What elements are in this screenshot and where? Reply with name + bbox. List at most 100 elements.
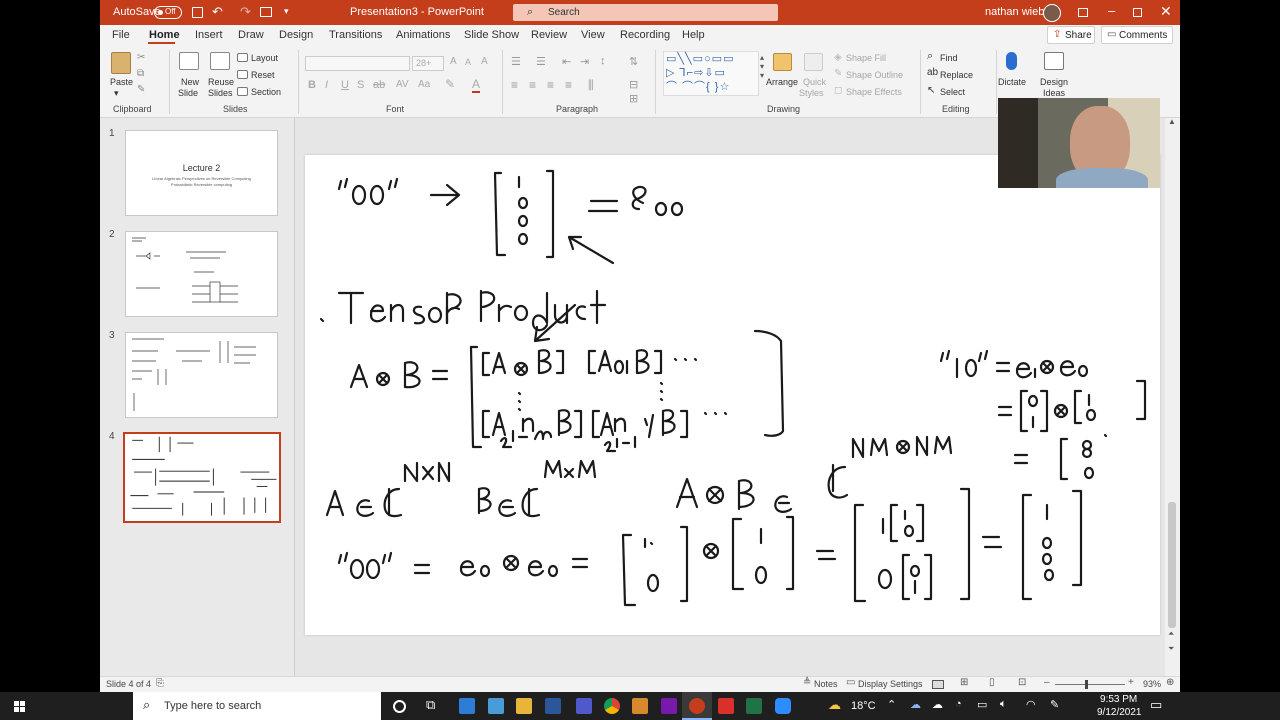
quick-styles-icon[interactable] (804, 53, 823, 71)
font-color-icon[interactable]: A (472, 77, 481, 93)
scrollbar-thumb[interactable] (1168, 502, 1176, 628)
tab-file[interactable]: File (112, 29, 130, 41)
microphone-icon[interactable] (1006, 52, 1017, 70)
shape-outline-button[interactable]: Shape Outline (846, 70, 903, 80)
autosave-toggle[interactable]: Off (154, 6, 182, 19)
new-slide-icon[interactable] (179, 52, 199, 70)
select-button[interactable]: Select (940, 87, 965, 97)
shape-fill-button[interactable]: Shape Fill (846, 53, 886, 63)
mail-icon[interactable] (459, 698, 475, 714)
slide-thumbnail-1[interactable]: Lecture 2 Linear Algebraic Perspectives … (125, 130, 278, 216)
zoom-out-icon[interactable]: – (1044, 677, 1050, 688)
bullets-icon[interactable]: ☰ (511, 55, 521, 68)
close-icon[interactable]: ✕ (1160, 3, 1172, 20)
zoom-icon[interactable] (775, 698, 791, 714)
layout-button[interactable]: Layout (251, 53, 278, 63)
slide-thumbnail-4[interactable] (123, 432, 281, 523)
network-icon[interactable]: ◔ (955, 698, 962, 710)
copy-icon[interactable]: ⧉ (137, 68, 144, 79)
dictate-button[interactable]: Dictate (998, 77, 1026, 87)
reading-view-icon[interactable]: ▯ (989, 677, 995, 688)
acrobat-icon[interactable] (718, 698, 734, 714)
temperature[interactable]: 18°C (851, 700, 876, 712)
strikethrough-icon[interactable]: ab (373, 79, 385, 91)
font-name-select[interactable] (305, 56, 410, 71)
zoom-level[interactable]: 93% (1143, 679, 1161, 689)
tab-draw[interactable]: Draw (238, 29, 264, 41)
normal-view-button[interactable] (932, 680, 944, 689)
search-box[interactable]: ⌕ Search (513, 4, 778, 21)
comments-button[interactable]: ▭ Comments (1101, 26, 1173, 44)
arrange-button[interactable]: Arrange (766, 77, 798, 87)
redo-icon[interactable]: ↷ (240, 4, 251, 20)
file-explorer-icon[interactable] (516, 698, 532, 714)
change-case-icon[interactable]: Aa (418, 79, 430, 90)
text-direction-icon[interactable]: ⇅ (629, 55, 638, 68)
undo-icon[interactable]: ↶ (212, 4, 223, 20)
display-settings-button[interactable]: Display Settings (858, 679, 923, 689)
design-ideas-icon[interactable] (1044, 52, 1064, 70)
word-icon[interactable] (545, 698, 561, 714)
tab-insert[interactable]: Insert (195, 29, 223, 41)
design-ideas-button[interactable]: Design (1040, 77, 1068, 87)
shapes-scroll-icon[interactable]: ▴ ▾ ▾ (760, 53, 764, 80)
replace-button[interactable]: Replace (940, 70, 973, 80)
justify-icon[interactable]: ≡ (565, 78, 572, 92)
shadow-button[interactable]: S (357, 79, 364, 91)
tab-animations[interactable]: Animations (396, 29, 450, 41)
arrange-icon[interactable] (773, 53, 792, 71)
start-button[interactable] (14, 701, 25, 712)
scroll-up-icon[interactable]: ▲ (1168, 117, 1176, 126)
onedrive-personal-icon[interactable]: ☁ (932, 698, 943, 711)
pen-icon[interactable]: ✎ (1050, 698, 1059, 711)
underline-button[interactable]: U (341, 79, 349, 91)
shape-effects-button[interactable]: Shape Effects (846, 87, 902, 97)
paste-button[interactable]: Paste (110, 77, 133, 87)
cut-icon[interactable]: ✂ (137, 52, 145, 63)
slide-thumbnail-3[interactable] (125, 332, 278, 418)
tray-chevron-icon[interactable]: ⌃ (887, 698, 896, 711)
align-text-icon[interactable]: ⊟ (629, 78, 638, 91)
vertical-scrollbar[interactable]: ▲ ⏶ ⏷ (1165, 117, 1180, 676)
zoom-in-icon[interactable]: + (1128, 677, 1134, 688)
slide-canvas[interactable] (305, 155, 1160, 635)
clear-format-icon[interactable]: A (481, 56, 488, 67)
reuse-slides-icon[interactable] (210, 52, 230, 70)
reuse-slides-button[interactable]: Reuse (208, 77, 234, 87)
fit-slide-icon[interactable]: ⊕ (1166, 677, 1174, 688)
share-button[interactable]: ⇪ Share (1047, 26, 1095, 44)
paste-icon[interactable] (111, 52, 131, 74)
onenote-icon[interactable] (661, 698, 677, 714)
quick-styles-button[interactable]: Quick (803, 77, 826, 87)
tab-transitions[interactable]: Transitions (329, 29, 382, 41)
grow-font-icon[interactable]: A (450, 56, 457, 67)
section-button[interactable]: Section (251, 87, 281, 97)
increase-indent-icon[interactable]: ⇥ (580, 55, 589, 68)
restore-icon[interactable] (1133, 8, 1142, 17)
clock-time[interactable]: 9:53 PM (1100, 694, 1137, 705)
tab-design[interactable]: Design (279, 29, 313, 41)
present-icon[interactable] (260, 7, 272, 17)
notes-button[interactable]: Notes (814, 679, 838, 689)
chrome-icon[interactable] (604, 698, 620, 714)
align-center-icon[interactable]: ≡ (529, 78, 536, 92)
shapes-gallery[interactable]: ▭╲╲▭○▭▭ ▷ ⅂⌐⇨⇩▭ ⌒ ⌒⌒{ }☆ (663, 51, 759, 96)
bold-button[interactable]: B (308, 79, 316, 91)
tab-help[interactable]: Help (682, 29, 705, 41)
teams-icon[interactable] (576, 698, 592, 714)
slide-sorter-icon[interactable]: ⊞ (960, 677, 968, 688)
tab-slide-show[interactable]: Slide Show (464, 29, 519, 41)
reset-button[interactable]: Reset (251, 70, 275, 80)
tab-recording[interactable]: Recording (620, 29, 670, 41)
battery-icon[interactable]: ▭ (977, 698, 987, 711)
volume-icon[interactable]: 🔈︎ (1000, 698, 1007, 711)
ribbon-display-icon[interactable] (1078, 8, 1088, 17)
save-icon[interactable] (192, 7, 203, 18)
shrink-font-icon[interactable]: A (465, 57, 471, 67)
new-slide-button[interactable]: New (181, 77, 199, 87)
highlight-icon[interactable]: ✎ (445, 77, 455, 91)
wifi-icon[interactable]: ◠ (1026, 698, 1036, 711)
notifications-icon[interactable]: ▭ (1150, 697, 1162, 713)
tab-review[interactable]: Review (531, 29, 567, 41)
accessibility-icon[interactable]: ⎘ (156, 678, 164, 689)
